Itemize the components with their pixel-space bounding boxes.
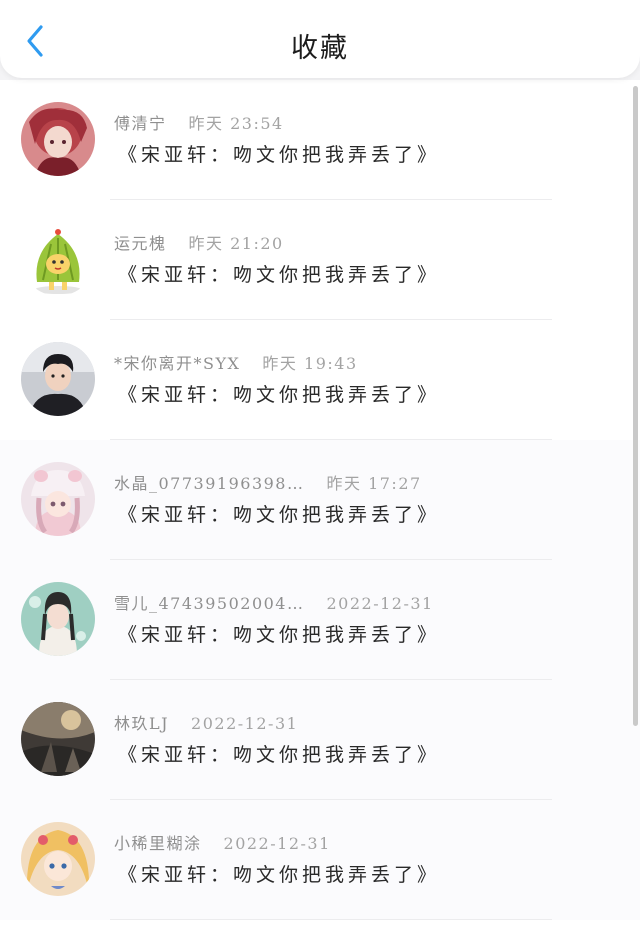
avatar-image xyxy=(21,462,95,536)
list-item[interactable]: 林玖LJ 2022-12-31 《宋亚轩：吻文你把我弄丢了》 xyxy=(0,680,640,800)
timestamp: 2022-12-31 xyxy=(326,594,434,613)
favorites-list: 傅清宁 昨天 23:54 《宋亚轩：吻文你把我弄丢了》 运元槐 昨天 21:20… xyxy=(0,80,640,930)
avatar-image xyxy=(21,582,95,656)
list-item[interactable]: 小稀里糊涂 2022-12-31 《宋亚轩：吻文你把我弄丢了》 xyxy=(0,800,640,920)
item-meta: *宋你离开*SYX 昨天 19:43 xyxy=(114,350,358,374)
timestamp: 昨天 21:20 xyxy=(188,234,284,253)
list-item[interactable]: 水晶_07739196398… 昨天 17:27 《宋亚轩：吻文你把我弄丢了》 xyxy=(0,440,640,560)
item-meta: 小稀里糊涂 2022-12-31 xyxy=(114,830,331,854)
avatar[interactable] xyxy=(21,702,95,776)
item-meta: 水晶_07739196398… 昨天 17:27 xyxy=(114,470,422,494)
list-item[interactable]: 雪儿_47439502004… 2022-12-31 《宋亚轩：吻文你把我弄丢了》 xyxy=(0,560,640,680)
avatar-image xyxy=(21,342,95,416)
list-item[interactable]: *宋你离开*SYX 昨天 19:43 《宋亚轩：吻文你把我弄丢了》 xyxy=(0,320,640,440)
user-name: 运元槐 xyxy=(114,234,167,253)
favorite-title[interactable]: 《宋亚轩：吻文你把我弄丢了》 xyxy=(118,860,440,887)
favorite-title[interactable]: 《宋亚轩：吻文你把我弄丢了》 xyxy=(118,380,440,407)
avatar[interactable] xyxy=(21,582,95,656)
item-meta: 雪儿_47439502004… 2022-12-31 xyxy=(114,590,434,614)
timestamp: 昨天 23:54 xyxy=(188,114,284,133)
user-name: *宋你离开*SYX xyxy=(114,354,241,373)
timestamp: 2022-12-31 xyxy=(191,714,299,733)
user-name: 水晶_07739196398… xyxy=(114,474,305,493)
page-title: 收藏 xyxy=(291,33,349,64)
favorite-title[interactable]: 《宋亚轩：吻文你把我弄丢了》 xyxy=(118,140,440,167)
user-name: 小稀里糊涂 xyxy=(114,834,202,853)
item-meta: 运元槐 昨天 21:20 xyxy=(114,230,284,254)
favorite-title[interactable]: 《宋亚轩：吻文你把我弄丢了》 xyxy=(118,620,440,647)
avatar-image xyxy=(21,822,95,896)
avatar[interactable] xyxy=(21,462,95,536)
scrollbar[interactable] xyxy=(633,86,638,726)
favorite-title[interactable]: 《宋亚轩：吻文你把我弄丢了》 xyxy=(118,740,440,767)
timestamp: 昨天 19:43 xyxy=(262,354,358,373)
avatar-image xyxy=(21,102,95,176)
item-meta: 林玖LJ 2022-12-31 xyxy=(114,710,298,734)
user-name: 傅清宁 xyxy=(114,114,167,133)
top-bar: 收藏 xyxy=(0,0,640,78)
favorite-title[interactable]: 《宋亚轩：吻文你把我弄丢了》 xyxy=(118,500,440,527)
item-meta: 傅清宁 昨天 23:54 xyxy=(114,110,284,134)
divider xyxy=(110,919,552,920)
user-name: 雪儿_47439502004… xyxy=(114,594,305,613)
avatar[interactable] xyxy=(21,102,95,176)
avatar[interactable] xyxy=(21,342,95,416)
timestamp: 昨天 17:27 xyxy=(326,474,422,493)
list-item[interactable]: 运元槐 昨天 21:20 《宋亚轩：吻文你把我弄丢了》 xyxy=(0,200,640,320)
avatar[interactable] xyxy=(21,222,95,296)
favorites-screen: 收藏 傅清宁 昨天 23:54 《宋亚轩：吻文你把我弄丢了》 运元槐 昨天 21… xyxy=(0,0,640,930)
avatar[interactable] xyxy=(21,822,95,896)
timestamp: 2022-12-31 xyxy=(223,834,331,853)
user-name: 林玖LJ xyxy=(114,714,170,733)
favorite-title[interactable]: 《宋亚轩：吻文你把我弄丢了》 xyxy=(118,260,440,287)
list-item[interactable]: 傅清宁 昨天 23:54 《宋亚轩：吻文你把我弄丢了》 xyxy=(0,80,640,200)
avatar-image xyxy=(21,702,95,776)
avatar-image xyxy=(21,222,95,296)
